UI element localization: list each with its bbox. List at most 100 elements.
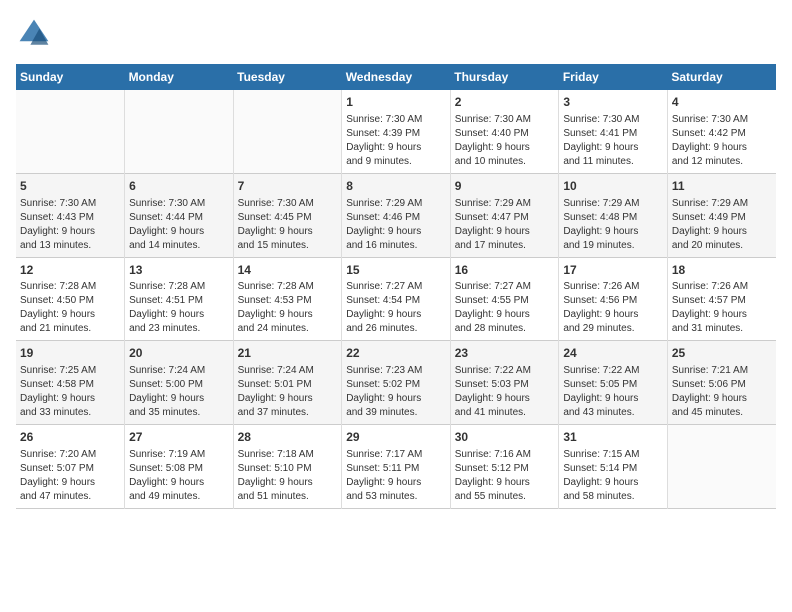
- day-number: 26: [20, 429, 120, 446]
- day-number: 4: [672, 94, 772, 111]
- day-info: Sunrise: 7:22 AM Sunset: 5:05 PM Dayligh…: [563, 364, 663, 420]
- day-number: 3: [563, 94, 663, 111]
- day-number: 28: [238, 429, 338, 446]
- day-number: 13: [129, 262, 229, 279]
- day-info: Sunrise: 7:24 AM Sunset: 5:01 PM Dayligh…: [238, 364, 338, 420]
- day-number: 29: [346, 429, 446, 446]
- calendar-cell: 11 Sunrise: 7:29 AM Sunset: 4:49 PM Dayli…: [667, 173, 776, 257]
- calendar-header-row: SundayMondayTuesdayWednesdayThursdayFrid…: [16, 64, 776, 90]
- day-info: Sunrise: 7:28 AM Sunset: 4:50 PM Dayligh…: [20, 280, 120, 336]
- day-info: Sunrise: 7:29 AM Sunset: 4:47 PM Dayligh…: [455, 197, 555, 253]
- header-saturday: Saturday: [667, 64, 776, 90]
- day-number: 10: [563, 178, 663, 195]
- calendar-cell: 29 Sunrise: 7:17 AM Sunset: 5:11 PM Dayli…: [342, 425, 451, 509]
- day-info: Sunrise: 7:30 AM Sunset: 4:42 PM Dayligh…: [672, 113, 772, 169]
- calendar-cell: [667, 425, 776, 509]
- calendar-cell: 21 Sunrise: 7:24 AM Sunset: 5:01 PM Dayli…: [233, 341, 342, 425]
- day-info: Sunrise: 7:30 AM Sunset: 4:40 PM Dayligh…: [455, 113, 555, 169]
- day-number: 22: [346, 345, 446, 362]
- calendar-cell: 13Sunrise: 7:28 AM Sunset: 4:51 PM Dayli…: [125, 257, 234, 341]
- calendar-cell: 27 Sunrise: 7:19 AM Sunset: 5:08 PM Dayli…: [125, 425, 234, 509]
- day-number: 23: [455, 345, 555, 362]
- day-info: Sunrise: 7:15 AM Sunset: 5:14 PM Dayligh…: [563, 448, 663, 504]
- day-info: Sunrise: 7:30 AM Sunset: 4:45 PM Dayligh…: [238, 197, 338, 253]
- day-info: Sunrise: 7:24 AM Sunset: 5:00 PM Dayligh…: [129, 364, 229, 420]
- header-wednesday: Wednesday: [342, 64, 451, 90]
- day-number: 12: [20, 262, 120, 279]
- logo-icon: [16, 16, 52, 52]
- logo: [16, 16, 56, 52]
- day-number: 5: [20, 178, 120, 195]
- calendar-cell: 22Sunrise: 7:23 AM Sunset: 5:02 PM Dayli…: [342, 341, 451, 425]
- calendar-cell: 2 Sunrise: 7:30 AM Sunset: 4:40 PM Daylig…: [450, 90, 559, 173]
- day-info: Sunrise: 7:21 AM Sunset: 5:06 PM Dayligh…: [672, 364, 772, 420]
- calendar-cell: 4 Sunrise: 7:30 AM Sunset: 4:42 PM Daylig…: [667, 90, 776, 173]
- header-sunday: Sunday: [16, 64, 125, 90]
- day-number: 2: [455, 94, 555, 111]
- day-info: Sunrise: 7:25 AM Sunset: 4:58 PM Dayligh…: [20, 364, 120, 420]
- day-info: Sunrise: 7:20 AM Sunset: 5:07 PM Dayligh…: [20, 448, 120, 504]
- day-number: 14: [238, 262, 338, 279]
- calendar-cell: 31 Sunrise: 7:15 AM Sunset: 5:14 PM Dayli…: [559, 425, 668, 509]
- calendar-cell: 28 Sunrise: 7:18 AM Sunset: 5:10 PM Dayli…: [233, 425, 342, 509]
- calendar-cell: 24 Sunrise: 7:22 AM Sunset: 5:05 PM Dayli…: [559, 341, 668, 425]
- day-number: 11: [672, 178, 772, 195]
- calendar-cell: 26 Sunrise: 7:20 AM Sunset: 5:07 PM Dayli…: [16, 425, 125, 509]
- week-row-2: 5 Sunrise: 7:30 AM Sunset: 4:43 PM Daylig…: [16, 173, 776, 257]
- calendar-cell: 6Sunrise: 7:30 AM Sunset: 4:44 PM Daylig…: [125, 173, 234, 257]
- calendar-cell: 16Sunrise: 7:27 AM Sunset: 4:55 PM Dayli…: [450, 257, 559, 341]
- calendar-cell: 14Sunrise: 7:28 AM Sunset: 4:53 PM Dayli…: [233, 257, 342, 341]
- calendar-cell: 23 Sunrise: 7:22 AM Sunset: 5:03 PM Dayli…: [450, 341, 559, 425]
- week-row-5: 26 Sunrise: 7:20 AM Sunset: 5:07 PM Dayli…: [16, 425, 776, 509]
- day-info: Sunrise: 7:28 AM Sunset: 4:51 PM Dayligh…: [129, 280, 229, 336]
- day-number: 6: [129, 178, 229, 195]
- day-info: Sunrise: 7:30 AM Sunset: 4:43 PM Dayligh…: [20, 197, 120, 253]
- day-number: 27: [129, 429, 229, 446]
- day-number: 25: [672, 345, 772, 362]
- day-number: 30: [455, 429, 555, 446]
- day-info: Sunrise: 7:26 AM Sunset: 4:57 PM Dayligh…: [672, 280, 772, 336]
- calendar-cell: 5 Sunrise: 7:30 AM Sunset: 4:43 PM Daylig…: [16, 173, 125, 257]
- day-info: Sunrise: 7:18 AM Sunset: 5:10 PM Dayligh…: [238, 448, 338, 504]
- day-number: 19: [20, 345, 120, 362]
- calendar-cell: 3Sunrise: 7:30 AM Sunset: 4:41 PM Daylig…: [559, 90, 668, 173]
- day-number: 16: [455, 262, 555, 279]
- calendar-cell: 25 Sunrise: 7:21 AM Sunset: 5:06 PM Dayli…: [667, 341, 776, 425]
- day-info: Sunrise: 7:27 AM Sunset: 4:55 PM Dayligh…: [455, 280, 555, 336]
- day-number: 8: [346, 178, 446, 195]
- day-info: Sunrise: 7:17 AM Sunset: 5:11 PM Dayligh…: [346, 448, 446, 504]
- calendar-table: SundayMondayTuesdayWednesdayThursdayFrid…: [16, 64, 776, 509]
- day-number: 9: [455, 178, 555, 195]
- day-number: 1: [346, 94, 446, 111]
- calendar-cell: 18Sunrise: 7:26 AM Sunset: 4:57 PM Dayli…: [667, 257, 776, 341]
- calendar-cell: 12Sunrise: 7:28 AM Sunset: 4:50 PM Dayli…: [16, 257, 125, 341]
- day-info: Sunrise: 7:28 AM Sunset: 4:53 PM Dayligh…: [238, 280, 338, 336]
- calendar-cell: 7 Sunrise: 7:30 AM Sunset: 4:45 PM Daylig…: [233, 173, 342, 257]
- day-number: 21: [238, 345, 338, 362]
- day-info: Sunrise: 7:26 AM Sunset: 4:56 PM Dayligh…: [563, 280, 663, 336]
- day-info: Sunrise: 7:22 AM Sunset: 5:03 PM Dayligh…: [455, 364, 555, 420]
- day-info: Sunrise: 7:29 AM Sunset: 4:46 PM Dayligh…: [346, 197, 446, 253]
- day-info: Sunrise: 7:29 AM Sunset: 4:49 PM Dayligh…: [672, 197, 772, 253]
- calendar-cell: 20 Sunrise: 7:24 AM Sunset: 5:00 PM Dayli…: [125, 341, 234, 425]
- day-info: Sunrise: 7:30 AM Sunset: 4:39 PM Dayligh…: [346, 113, 446, 169]
- header-tuesday: Tuesday: [233, 64, 342, 90]
- day-info: Sunrise: 7:27 AM Sunset: 4:54 PM Dayligh…: [346, 280, 446, 336]
- header-monday: Monday: [125, 64, 234, 90]
- day-number: 7: [238, 178, 338, 195]
- calendar-cell: 30Sunrise: 7:16 AM Sunset: 5:12 PM Dayli…: [450, 425, 559, 509]
- day-number: 31: [563, 429, 663, 446]
- day-number: 18: [672, 262, 772, 279]
- week-row-1: 1 Sunrise: 7:30 AM Sunset: 4:39 PM Daylig…: [16, 90, 776, 173]
- calendar-cell: 9 Sunrise: 7:29 AM Sunset: 4:47 PM Daylig…: [450, 173, 559, 257]
- header-friday: Friday: [559, 64, 668, 90]
- day-info: Sunrise: 7:19 AM Sunset: 5:08 PM Dayligh…: [129, 448, 229, 504]
- calendar-cell: 8 Sunrise: 7:29 AM Sunset: 4:46 PM Daylig…: [342, 173, 451, 257]
- day-number: 24: [563, 345, 663, 362]
- calendar-cell: 17Sunrise: 7:26 AM Sunset: 4:56 PM Dayli…: [559, 257, 668, 341]
- calendar-cell: 10Sunrise: 7:29 AM Sunset: 4:48 PM Dayli…: [559, 173, 668, 257]
- week-row-4: 19 Sunrise: 7:25 AM Sunset: 4:58 PM Dayli…: [16, 341, 776, 425]
- week-row-3: 12Sunrise: 7:28 AM Sunset: 4:50 PM Dayli…: [16, 257, 776, 341]
- page-header: [16, 16, 776, 52]
- day-number: 20: [129, 345, 229, 362]
